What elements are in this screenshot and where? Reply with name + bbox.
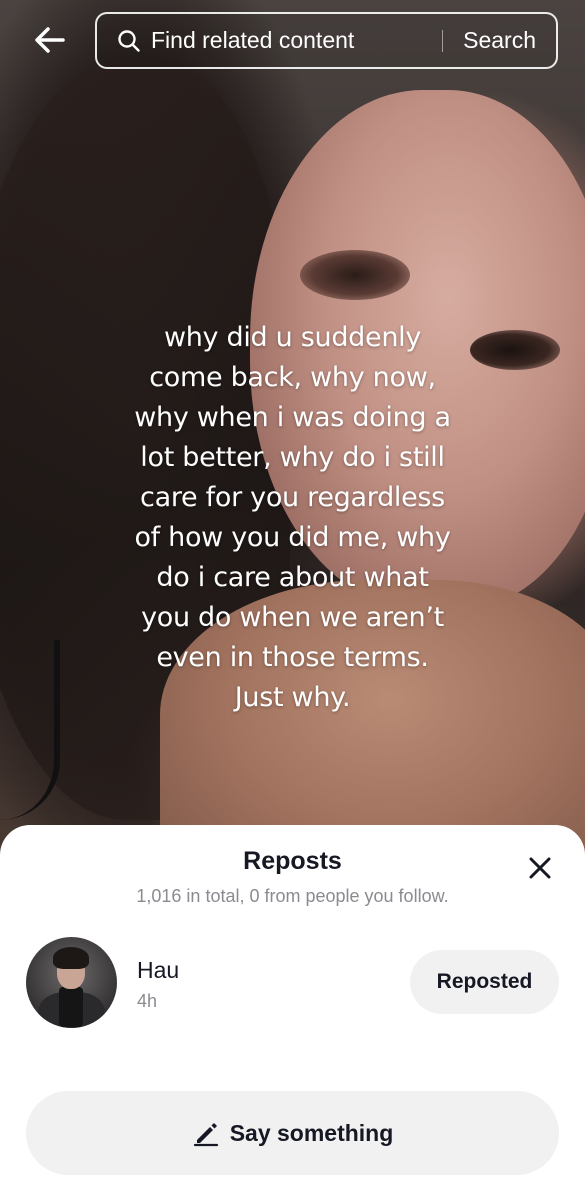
caption-line: do i care about what (156, 562, 429, 593)
say-something-label: Say something (229, 1119, 394, 1146)
close-button[interactable] (523, 851, 557, 885)
search-bar[interactable]: Find related content Search (95, 12, 558, 69)
caption-line: of how you did me, why (134, 522, 451, 553)
user-name[interactable]: Hau (137, 957, 179, 984)
video-frame-eye-left (300, 250, 410, 300)
caption-line: come back, why now, (149, 362, 436, 393)
search-divider (442, 29, 444, 52)
search-button[interactable]: Search (463, 27, 536, 54)
video-player[interactable]: why did u suddenly come back, why now, w… (0, 0, 585, 860)
arrow-left-icon (35, 27, 65, 53)
say-something-button[interactable]: Say something (26, 1091, 559, 1175)
caption-line: why did u suddenly (163, 322, 422, 353)
list-item[interactable]: Hau 4h Reposted (0, 935, 585, 1030)
caption-line: why when i was doing a (134, 402, 451, 433)
caption-line: Just why. (234, 682, 351, 713)
reposts-sheet: Reposts 1,016 in total, 0 from people yo… (0, 825, 585, 1200)
reposted-button[interactable]: Reposted (410, 950, 559, 1014)
caption-line: you do when we aren’t (141, 602, 444, 633)
reposts-count-summary: 1,016 in total, 0 from people you follow… (136, 886, 449, 906)
caption-line: care for you regardless (140, 482, 445, 513)
caption-line: lot better, why do i still (140, 442, 445, 473)
repost-timestamp: 4h (137, 991, 158, 1011)
search-icon (118, 29, 140, 52)
avatar[interactable] (26, 937, 117, 1028)
close-icon (529, 857, 551, 879)
caption-line: even in those terms. (156, 642, 429, 673)
sheet-title: Reposts (243, 847, 342, 875)
pencil-icon (193, 1123, 218, 1147)
back-button[interactable] (26, 20, 74, 60)
search-input[interactable]: Find related content (151, 27, 442, 54)
video-frame-wristband (0, 640, 60, 820)
video-caption-overlay: why did u suddenly come back, why now, w… (60, 318, 525, 718)
